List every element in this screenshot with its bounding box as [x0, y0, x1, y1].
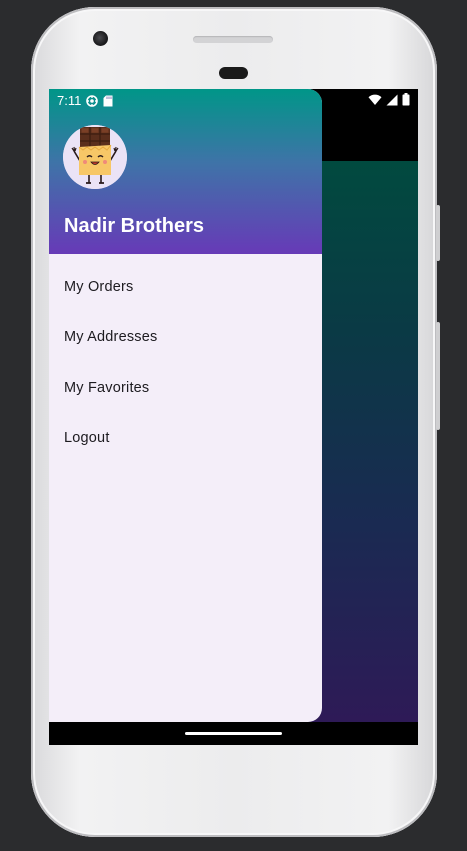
battery-icon [402, 93, 410, 106]
status-icons-left: 7:11 [57, 93, 113, 108]
volume-button [436, 205, 440, 261]
drawer-menu: My Orders My Addresses My Favorites Logo… [49, 262, 322, 463]
avatar[interactable] [63, 125, 127, 189]
profile-name: Nadir Brothers [64, 215, 205, 237]
status-time: 7:11 [57, 93, 82, 108]
menu-item-my-favorites[interactable]: My Favorites [49, 363, 322, 413]
status-icons-right [368, 93, 410, 106]
navigation-bar [49, 722, 418, 745]
menu-item-label: Logout [64, 430, 110, 447]
menu-item-label: My Favorites [64, 379, 150, 396]
signal-icon [386, 94, 398, 105]
earpiece-speaker [193, 36, 273, 43]
settings-icon [86, 94, 99, 107]
menu-item-label: My Orders [64, 279, 134, 296]
menu-item-my-addresses[interactable]: My Addresses [49, 312, 322, 362]
chocolate-character-avatar [63, 125, 127, 189]
navigation-drawer: 7:11 Nadir Brothers My Orders My Address… [49, 89, 322, 722]
front-camera [93, 31, 108, 46]
home-gesture-handle[interactable] [185, 732, 282, 735]
menu-item-logout[interactable]: Logout [49, 413, 322, 463]
power-button [436, 322, 440, 430]
drawer-header: 7:11 Nadir Brothers [49, 89, 322, 254]
proximity-sensor [219, 67, 248, 79]
wifi-icon [368, 94, 382, 105]
menu-item-my-orders[interactable]: My Orders [49, 262, 322, 312]
sd-card-icon [103, 95, 113, 106]
device-screen: 7:11 Nadir Brothers My Orders My Address… [49, 89, 418, 745]
menu-item-label: My Addresses [64, 329, 158, 346]
